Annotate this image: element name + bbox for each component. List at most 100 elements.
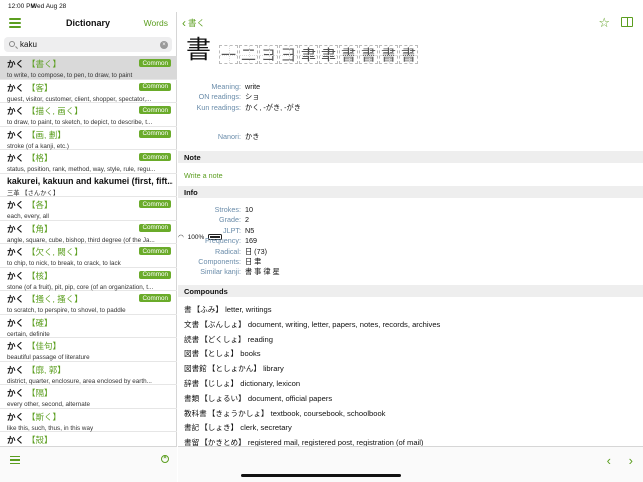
- stroke-frame: ヨ: [259, 45, 279, 64]
- compound-reading: 【としょ】: [200, 349, 239, 359]
- info-label: Similar kanji:: [200, 267, 241, 277]
- result-row[interactable]: kakurei, kakuun and kakumei (first, fift…: [0, 174, 177, 197]
- result-row[interactable]: かく 【角】 angle, square, cube, bishop, third …: [0, 221, 177, 244]
- result-row[interactable]: かく 【客】 guest, visitor, customer, client, s…: [0, 80, 177, 103]
- previous-arrow-icon[interactable]: ‹: [607, 453, 611, 468]
- compound-reading: 【しょき】: [200, 423, 239, 433]
- result-row[interactable]: かく 【画, 劃】 stroke (of a kanji, etc.) Common: [0, 127, 177, 150]
- on-readings-value: ショ: [245, 92, 260, 101]
- info-section-header: Info: [178, 186, 643, 198]
- info-value: 書 事 律 星: [245, 267, 280, 277]
- result-row[interactable]: かく 【確】 certain, definite: [0, 315, 177, 338]
- result-definition: guest, visitor, customer, client, shoppe…: [7, 95, 152, 103]
- stroke-frame: 彐: [279, 45, 299, 64]
- favorite-star-icon[interactable]: ☆: [598, 15, 610, 31]
- result-reading: かく 【確】: [7, 317, 53, 328]
- compound-row[interactable]: 書記【しょき】 clerk, secretary: [184, 422, 639, 437]
- search-bar: ×: [4, 37, 172, 52]
- sidebar-footer: ×: [0, 446, 177, 482]
- kanji-character: 書: [186, 35, 212, 64]
- compound-definition: dictionary, lexicon: [240, 378, 301, 388]
- result-definition: to chip, to nick, to break, to crack, to…: [7, 260, 121, 267]
- stroke-frame: 聿: [299, 45, 319, 64]
- compound-word: 教科書: [184, 408, 207, 418]
- compound-reading: 【としょかん】: [207, 364, 261, 374]
- status-bar: 12:00 PM Wed Aug 28 ◠ 100%: [0, 0, 643, 241]
- result-kanji: 【殻】: [27, 435, 53, 445]
- compound-row[interactable]: 図書館【としょかん】 library: [184, 363, 639, 378]
- compound-row[interactable]: 文書【ぶんしょ】 document, writing, letter, pape…: [184, 319, 639, 334]
- close-circle-icon[interactable]: ×: [161, 455, 169, 463]
- words-button[interactable]: Words: [144, 18, 168, 28]
- result-row[interactable]: かく 【欠く, 闕く】 to chip, to nick, to break, to…: [0, 244, 177, 268]
- compound-row[interactable]: 図書【としょ】 books: [184, 348, 639, 363]
- search-input[interactable]: [20, 39, 160, 50]
- result-row[interactable]: かく 【廓, 郭】 district, quarter, enclosure, ar…: [0, 362, 177, 385]
- nanori-label: Nanori:: [217, 132, 241, 141]
- common-badge: Common: [139, 82, 171, 91]
- result-reading: かく 【殻】: [7, 435, 53, 445]
- result-kanji: 【欠く, 闕く】: [27, 247, 83, 257]
- list-icon[interactable]: [10, 456, 20, 466]
- detail-toolbar: ‹ 書く ☆: [178, 12, 643, 34]
- common-badge: Common: [139, 200, 171, 208]
- compound-reading: 【ぶんしょ】: [200, 319, 246, 329]
- book-icon[interactable]: [621, 17, 633, 27]
- next-arrow-icon[interactable]: ›: [629, 453, 633, 468]
- result-reading: かく 【斯く】: [7, 411, 62, 422]
- result-kanji: 【角】: [27, 223, 53, 234]
- info-value: 日 聿: [245, 257, 262, 266]
- compound-definition: document, official papers: [247, 393, 333, 403]
- stroke-order: 書 ⼀二ヨ彐聿聿書書書書: [186, 36, 419, 64]
- compound-row[interactable]: 辞書【じしょ】 dictionary, lexicon: [184, 378, 639, 393]
- result-kanji: 【廓, 郭】: [27, 364, 66, 375]
- result-kanji: 【核】: [27, 270, 53, 281]
- write-note-link[interactable]: Write a note: [184, 171, 223, 180]
- clear-search-icon[interactable]: ×: [160, 40, 168, 49]
- result-kanji: 【描く, 画く】: [27, 106, 83, 116]
- compound-word: 読書: [184, 334, 200, 344]
- result-row[interactable]: かく 【描く, 画く】 to draw, to paint, to sketch, …: [0, 103, 177, 127]
- result-reading: かく 【隔】: [7, 388, 53, 398]
- result-kanji: 【確】: [27, 317, 53, 328]
- result-reading: kakurei, kakuun and kakumei (first, fift…: [7, 175, 173, 186]
- common-badge: Common: [139, 294, 171, 302]
- compound-definition: books: [240, 349, 261, 359]
- result-kanji: 【斯く】: [27, 411, 62, 422]
- info-value: N5: [245, 225, 255, 235]
- compound-row[interactable]: 読書【どくしょ】 reading: [184, 334, 639, 349]
- compound-reading: 【しょるい】: [200, 393, 246, 403]
- info-label: Radical:: [215, 246, 241, 256]
- result-row[interactable]: かく 【隔】 every other, second, alternate: [0, 385, 177, 409]
- compound-definition: clerk, secretary: [240, 423, 292, 433]
- common-badge: Common: [139, 59, 171, 67]
- status-date: Wed Aug 28: [31, 3, 67, 10]
- stroke-frame: 書: [399, 45, 419, 64]
- result-row[interactable]: かく 【核】 stone (of a fruit), pit, pip, core …: [0, 268, 177, 291]
- result-kanji: 【各】: [27, 200, 53, 210]
- compound-reading: 【ふみ】: [192, 305, 223, 314]
- compound-row[interactable]: 書類【しょるい】 document, official papers: [184, 393, 639, 408]
- result-row[interactable]: かく 【掻く, 搔く】 to scratch, to perspire, to sh…: [0, 291, 177, 315]
- result-row[interactable]: かく 【書く】 to write, to compose, to pen, to d…: [0, 56, 177, 80]
- result-row[interactable]: かく 【斯く】 like this, such, thus, in this way: [0, 409, 177, 432]
- compound-row[interactable]: 書【ふみ】 letter, writings: [184, 304, 639, 319]
- result-kanji: 【格】: [27, 153, 53, 163]
- results-list[interactable]: かく 【書く】 to write, to compose, to pen, to d…: [0, 56, 177, 458]
- stroke-frame: 書: [339, 45, 359, 64]
- stroke-frame: 二: [239, 45, 259, 64]
- on-readings-label: ON readings:: [198, 92, 241, 101]
- result-row[interactable]: かく 【格】 status, position, rank, method, way…: [0, 150, 177, 174]
- compounds-list: 書【ふみ】 letter, writings 文書【ぶんしょ】 document,…: [184, 304, 639, 452]
- info-label: Grade:: [219, 215, 241, 225]
- home-indicator[interactable]: [241, 474, 401, 477]
- nanori-value: かき: [245, 132, 260, 141]
- compound-row[interactable]: 教科書【きょうかしょ】 textbook, coursebook, school…: [184, 408, 639, 423]
- compound-word: 書類: [184, 393, 200, 403]
- back-button[interactable]: ‹ 書く: [182, 17, 205, 29]
- result-row[interactable]: かく 【佳句】 beautiful passage of literature: [0, 338, 177, 362]
- info-value: 10: [245, 205, 253, 214]
- info-value: 169: [245, 236, 257, 246]
- compound-reading: 【じしょ】: [200, 378, 239, 388]
- result-row[interactable]: かく 【各】 each, every, all Common: [0, 197, 177, 221]
